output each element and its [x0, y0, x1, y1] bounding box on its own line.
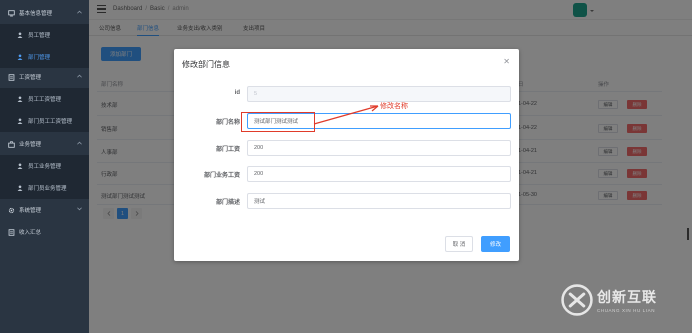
field-label-salary: 部门工资 [215, 147, 240, 153]
sidebar-item-dept-business[interactable]: 部门员业务管理 [0, 177, 89, 199]
sidebar-item-label: 员工工资管理 [28, 97, 62, 103]
sidebar-group-salary[interactable]: 工资管理 [0, 66, 89, 88]
edit-department-dialog: 修改部门信息 ✕ id 5 部门名称 测试部门测试测试 部门工资 200 部门业… [174, 49, 519, 261]
user-icon [16, 162, 24, 170]
user-icon [16, 31, 24, 39]
user-icon [16, 117, 24, 125]
sidebar-group-label: 系统管理 [19, 208, 42, 214]
sidebar-item-label: 员工业务管理 [28, 164, 62, 170]
chevron-up-icon [77, 74, 82, 80]
user-icon [16, 53, 24, 61]
sidebar-item-employee-salary[interactable]: 员工工资管理 [0, 88, 89, 110]
cancel-button[interactable]: 取 消 [445, 236, 473, 252]
field-label-description: 部门描述 [215, 200, 240, 206]
sidebar-group-system[interactable]: 系统管理 [0, 199, 89, 221]
sidebar-group-income-summary[interactable]: 收入汇总 [0, 221, 89, 243]
watermark: 创新互联 CHUANG XIN HU LIAN [560, 283, 657, 317]
description-field[interactable]: 测试 [247, 193, 511, 209]
sidebar-group-basic[interactable]: 基本信息管理 [0, 2, 89, 24]
brand-logo-icon [561, 284, 593, 316]
sidebar-item-label: 部门管理 [28, 55, 51, 61]
sidebar-item-label: 员工管理 [28, 33, 51, 39]
close-icon[interactable]: ✕ [503, 57, 510, 66]
chevron-down-icon [77, 207, 82, 213]
annotation-arrow-icon [313, 105, 379, 125]
chevron-up-icon [77, 141, 82, 147]
watermark-en-text: CHUANG XIN HU LIAN [597, 308, 656, 313]
annotation-label: 修改名称 [380, 103, 408, 110]
briefcase-icon [7, 140, 15, 148]
department-salary-field[interactable]: 200 [247, 140, 511, 156]
business-salary-field[interactable]: 200 [247, 166, 511, 182]
field-label-business-salary: 部门业务工资 [203, 173, 240, 179]
chevron-up-icon [77, 10, 82, 16]
document-icon [7, 73, 15, 81]
sidebar-item-label: 部门员业务管理 [28, 186, 67, 192]
sidebar-group-label: 工资管理 [19, 75, 42, 81]
sidebar: 基本信息管理 员工管理 部门管理 工资管理 员工工资管理 部门员工工资管理 业务… [0, 0, 89, 333]
monitor-icon [7, 9, 15, 17]
sidebar-item-label: 部门员工工资管理 [28, 119, 73, 125]
watermark-cn-text: 创新互联 [597, 289, 657, 305]
dialog-title: 修改部门信息 [182, 60, 230, 69]
sidebar-item-employee-business[interactable]: 员工业务管理 [0, 155, 89, 177]
annotation-highlight-box [241, 112, 315, 132]
sidebar-group-business[interactable]: 业务管理 [0, 133, 89, 155]
document-icon [7, 228, 15, 236]
sidebar-item-dept-employee-salary[interactable]: 部门员工工资管理 [0, 110, 89, 132]
field-label-name: 部门名称 [215, 120, 240, 126]
sidebar-item-employees[interactable]: 员工管理 [0, 24, 89, 46]
user-icon [16, 184, 24, 192]
submit-button[interactable]: 修改 [481, 236, 510, 252]
sidebar-group-label: 收入汇总 [19, 230, 42, 236]
field-label-id: id [234, 90, 240, 96]
sidebar-group-label: 业务管理 [19, 142, 42, 148]
sidebar-group-label: 基本信息管理 [19, 11, 53, 17]
gear-icon [7, 206, 15, 214]
user-icon [16, 95, 24, 103]
sidebar-item-departments[interactable]: 部门管理 [0, 46, 89, 68]
